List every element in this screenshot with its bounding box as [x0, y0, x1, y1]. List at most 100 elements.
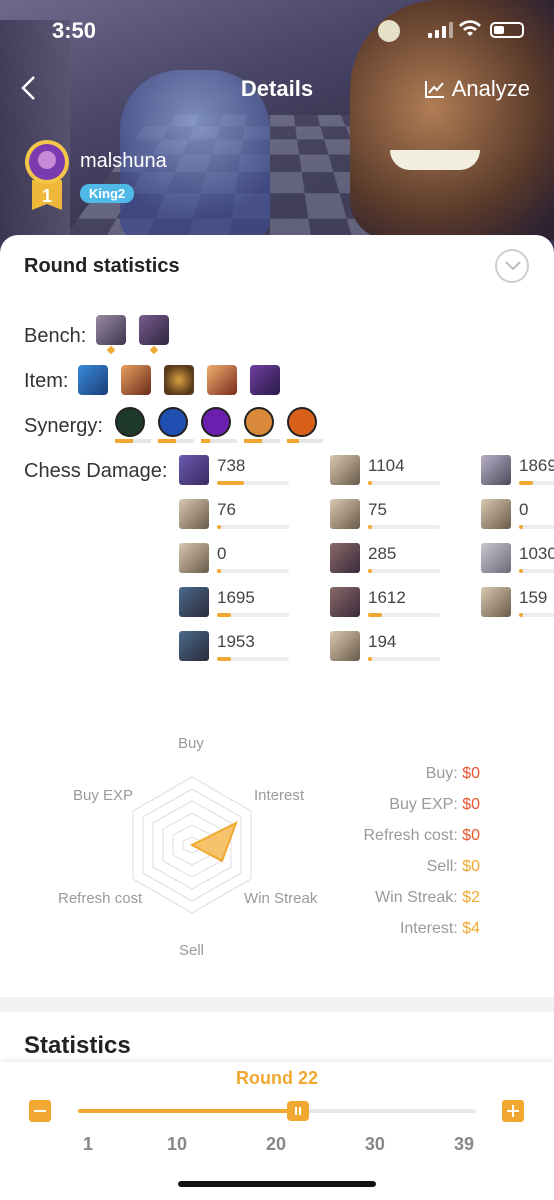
damage-bar [217, 481, 289, 485]
chess-damage-entry[interactable]: 1030 [481, 543, 554, 579]
chess-damage-entry[interactable]: 285 [330, 543, 470, 579]
round-tick-label: 20 [265, 1134, 287, 1154]
status-bar: 3:50 [0, 0, 554, 60]
damage-value: 0 [519, 500, 529, 519]
damage-bar-fill [519, 525, 523, 529]
damage-bar [217, 657, 289, 661]
radar-label-refresh-cost: Refresh cost [58, 890, 143, 907]
synergy-icon[interactable] [115, 407, 145, 437]
previous-round-button[interactable] [29, 1100, 51, 1122]
economy-row: Sell: $0 [427, 858, 480, 876]
economy-row: Interest: $4 [400, 920, 480, 938]
damage-value: 0 [217, 544, 227, 563]
economy-label: Buy EXP: [389, 796, 463, 813]
item-label: Item: [24, 370, 69, 392]
chart-line-icon [424, 81, 444, 98]
chevron-down-icon [505, 261, 521, 271]
damage-bar-fill [217, 481, 245, 485]
signal-icon [428, 22, 453, 38]
chess-damage-entry[interactable]: 76 [179, 499, 319, 535]
damage-value: 159 [519, 588, 548, 607]
chess-damage-entry[interactable]: 75 [330, 499, 470, 535]
chess-damage-entry[interactable]: 738 [179, 455, 319, 491]
round-statistics-card: Round statistics Bench: Item: Synergy: C… [0, 235, 554, 997]
hero-portrait [179, 587, 209, 617]
place-number: 1 [42, 186, 52, 206]
chess-damage-entry[interactable]: 1953 [179, 631, 319, 667]
hero-portrait [330, 631, 360, 661]
economy-row: Win Streak: $2 [375, 889, 480, 907]
synergy-icon[interactable] [201, 407, 231, 437]
round-slider-thumb[interactable] [286, 1101, 309, 1121]
economy-label: Refresh cost: [363, 827, 463, 844]
avatar[interactable]: 1 [22, 140, 72, 218]
synergy-icon[interactable] [244, 407, 274, 437]
item-icon[interactable] [207, 365, 237, 395]
economy-value: $0 [462, 765, 480, 782]
bench-hero-icon[interactable] [139, 315, 169, 345]
damage-value: 738 [217, 456, 246, 475]
round-label: Round 22 [235, 1068, 318, 1088]
radar-label-buy: Buy [178, 735, 204, 752]
damage-bar-fill [519, 613, 524, 617]
hero-portrait [179, 543, 209, 573]
analyze-button[interactable]: Analyze [424, 76, 530, 102]
damage-bar-fill [217, 525, 222, 529]
star-marker [106, 345, 116, 355]
synergy-label: Synergy: [24, 415, 103, 437]
radar-label-interest: Interest [254, 787, 305, 804]
chess-damage-entry[interactable]: 1104 [330, 455, 470, 491]
synergy-progress [115, 439, 151, 443]
hero-portrait [179, 455, 209, 485]
collapse-button[interactable] [495, 249, 529, 283]
economy-value: $0 [462, 858, 480, 875]
home-indicator[interactable] [178, 1181, 376, 1187]
bench-hero-icon[interactable] [96, 315, 126, 345]
damage-bar [519, 525, 554, 529]
damage-bar [368, 613, 440, 617]
item-icon[interactable] [250, 365, 280, 395]
damage-bar-fill [368, 481, 373, 485]
chess-damage-label: Chess Damage: [24, 460, 168, 482]
chess-damage-entry[interactable]: 194 [330, 631, 470, 667]
damage-bar-fill [519, 569, 524, 573]
item-icon[interactable] [164, 365, 194, 395]
chess-damage-entry[interactable]: 159 [481, 587, 554, 623]
item-icon[interactable] [121, 365, 151, 395]
round-tick-label: 10 [167, 1134, 188, 1154]
synergy-icon[interactable] [158, 407, 188, 437]
damage-bar [368, 657, 440, 661]
round-slider-panel: Round 22 1 10 20 30 39 [0, 1062, 554, 1200]
damage-value: 1612 [368, 588, 406, 607]
synergy-progress [158, 439, 194, 443]
chess-damage-entry[interactable]: 0 [179, 543, 319, 579]
economy-row: Buy: $0 [426, 765, 480, 783]
damage-bar-fill [519, 481, 534, 485]
player-name: malshuna [80, 150, 167, 172]
damage-bar-fill [217, 569, 221, 573]
damage-bar [519, 481, 554, 485]
item-icon[interactable] [78, 365, 108, 395]
synergy-progress [287, 439, 323, 443]
chess-damage-entry[interactable]: 1869 [481, 455, 554, 491]
round-slider-track[interactable] [78, 1109, 476, 1113]
economy-label: Interest: [399, 920, 463, 937]
synergy-icon[interactable] [287, 407, 317, 437]
damage-bar [368, 569, 440, 573]
hero-portrait [481, 587, 511, 617]
chess-damage-entry[interactable]: 1612 [330, 587, 470, 623]
chess-damage-entry[interactable]: 1695 [179, 587, 319, 623]
economy-label: Buy: [425, 765, 463, 782]
next-round-button[interactable] [502, 1100, 524, 1122]
synergy-progress [201, 439, 237, 443]
radar-label-buy-exp: Buy EXP [73, 787, 134, 804]
damage-bar [519, 569, 554, 573]
damage-value: 285 [368, 544, 397, 563]
damage-bar [217, 613, 289, 617]
hero-portrait [481, 499, 511, 529]
economy-value: $0 [462, 827, 480, 844]
status-time: 3:50 [52, 18, 97, 43]
chess-damage-entry[interactable]: 0 [481, 499, 554, 535]
damage-value: 1869 [519, 456, 554, 475]
damage-bar [368, 481, 440, 485]
